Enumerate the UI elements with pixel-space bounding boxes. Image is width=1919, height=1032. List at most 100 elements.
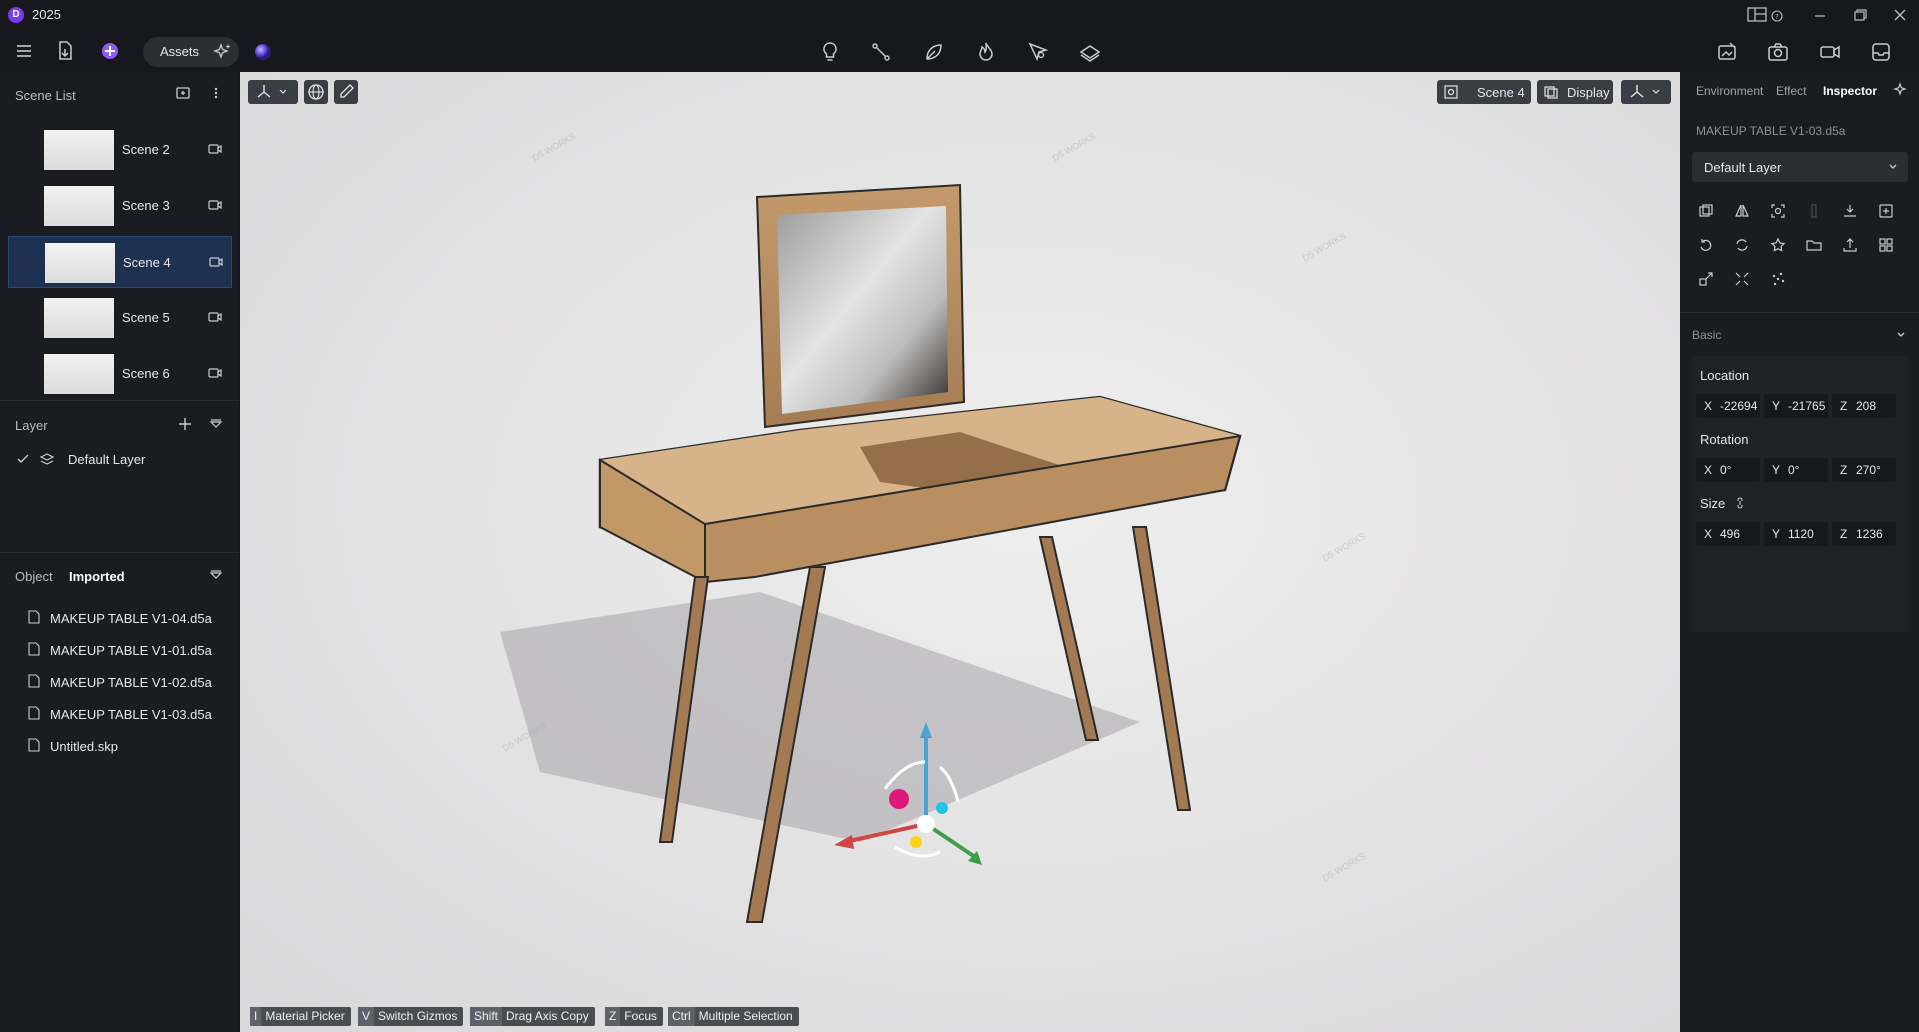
scatter-icon[interactable] xyxy=(1769,270,1787,288)
hint-focus: Z Focus xyxy=(605,1007,664,1026)
favorite-icon[interactable] xyxy=(1769,236,1787,254)
layer-dropdown[interactable]: Default Layer xyxy=(1692,152,1908,182)
location-x-input[interactable]: X -22694! xyxy=(1696,394,1760,418)
layer-dropdown-value: Default Layer xyxy=(1704,160,1782,175)
scene-item[interactable]: Scene 3 xyxy=(8,180,232,232)
inbox-icon[interactable] xyxy=(1869,40,1893,64)
file-label: MAKEUP TABLE V1-03.d5a xyxy=(50,707,212,722)
camera-icon[interactable] xyxy=(208,367,222,379)
import-file-icon[interactable] xyxy=(53,39,77,63)
location-y-input[interactable]: Y -21765 xyxy=(1764,394,1828,418)
drop-to-ground-icon[interactable] xyxy=(1841,202,1859,220)
vegetation-icon[interactable] xyxy=(922,40,946,64)
help-icon[interactable]: ? xyxy=(1770,6,1784,24)
filter-icon[interactable] xyxy=(208,415,224,433)
file-icon xyxy=(28,610,40,624)
sparkle-icon[interactable] xyxy=(211,40,235,64)
align-icon xyxy=(1805,202,1823,220)
file-label: MAKEUP TABLE V1-01.d5a xyxy=(50,643,212,658)
particle-fire-icon[interactable] xyxy=(974,40,998,64)
minimize-icon[interactable] xyxy=(1808,6,1832,24)
size-z-input[interactable]: Z 1236 xyxy=(1832,522,1896,546)
rotation-label: Rotation xyxy=(1700,432,1749,447)
camera-icon[interactable] xyxy=(1766,40,1790,64)
default-layer-label[interactable]: Default Layer xyxy=(68,452,145,467)
chevron-down-icon[interactable] xyxy=(1896,330,1906,340)
menu-icon[interactable] xyxy=(12,39,36,63)
tab-effect[interactable]: Effect xyxy=(1776,84,1806,98)
collapse-icon[interactable] xyxy=(1733,270,1751,288)
selected-object-name: MAKEUP TABLE V1-03.d5a xyxy=(1696,124,1846,138)
file-icon xyxy=(28,674,40,688)
3d-viewport[interactable]: D5 WORKS D5 WORKS D5 WORKS D5 WORKS D5 W… xyxy=(240,72,1680,1032)
rotation-y-input[interactable]: Y 0° xyxy=(1764,458,1828,482)
ai-assistant-icon[interactable] xyxy=(98,39,122,63)
chevron-down-icon xyxy=(1889,164,1897,169)
replace-icon[interactable] xyxy=(1733,236,1751,254)
scale-icon[interactable] xyxy=(1697,270,1715,288)
scene-label: Scene 5 xyxy=(122,310,170,325)
camera-icon[interactable] xyxy=(208,199,222,211)
rotation-x-input[interactable]: X 0° xyxy=(1696,458,1760,482)
add-to-library-icon[interactable] xyxy=(1877,202,1895,220)
app-title: 2025 xyxy=(32,7,61,22)
path-tool-icon[interactable] xyxy=(869,40,893,64)
duplicate-icon[interactable] xyxy=(1697,202,1715,220)
camera-icon[interactable] xyxy=(209,256,223,268)
camera-icon[interactable] xyxy=(208,311,222,323)
check-icon[interactable] xyxy=(15,451,31,467)
location-z-input[interactable]: Z 208 xyxy=(1832,394,1896,418)
hint-material-picker: I Material Picker xyxy=(250,1007,351,1026)
size-x-input[interactable]: X 496 xyxy=(1696,522,1760,546)
title-bar: D 2025 ? xyxy=(0,0,1919,30)
restore-icon[interactable] xyxy=(1848,6,1872,24)
scene-item[interactable]: Scene 6 xyxy=(8,348,232,400)
render-image-icon[interactable] xyxy=(1715,40,1739,64)
link-icon[interactable] xyxy=(1734,496,1746,510)
object-filter-imported[interactable]: Imported xyxy=(69,569,125,584)
file-label: Untitled.skp xyxy=(50,739,118,754)
scene-thumbnail xyxy=(44,298,114,338)
folder-icon[interactable] xyxy=(1805,236,1823,254)
makeup-table-model[interactable] xyxy=(240,72,1680,1032)
scene-thumbnail xyxy=(44,354,114,394)
scene-label: Scene 4 xyxy=(123,255,171,270)
terrain-plane-icon[interactable] xyxy=(1078,40,1102,64)
inspector-panel: Environment Effect Inspector MAKEUP TABL… xyxy=(1680,72,1919,1032)
mirror-icon[interactable] xyxy=(1733,202,1751,220)
add-layer-icon[interactable] xyxy=(176,415,194,433)
scene-item[interactable]: Scene 2 xyxy=(8,124,232,176)
rotation-z-input[interactable]: Z 270° xyxy=(1832,458,1896,482)
tab-environment[interactable]: Environment xyxy=(1696,84,1763,98)
layout-icon[interactable] xyxy=(1746,6,1770,24)
brush-select-icon[interactable] xyxy=(1026,40,1050,64)
scene-item-selected[interactable]: Scene 4 xyxy=(8,236,232,288)
basic-section-title[interactable]: Basic xyxy=(1692,328,1721,342)
file-icon xyxy=(28,738,40,752)
scene-label: Scene 3 xyxy=(122,198,170,213)
add-scene-icon[interactable] xyxy=(174,84,192,102)
light-bulb-icon[interactable] xyxy=(818,40,842,64)
filter-icon[interactable] xyxy=(208,566,224,584)
export-icon[interactable] xyxy=(1841,236,1859,254)
hint-drag-axis-copy: Shift Drag Axis Copy xyxy=(470,1007,595,1026)
file-label: MAKEUP TABLE V1-04.d5a xyxy=(50,611,212,626)
transform-section: Location X -22694! Y -21765 Z 208 Rotation … xyxy=(1692,356,1908,632)
scene-item[interactable]: Scene 5 xyxy=(8,292,232,344)
sparkle-icon[interactable] xyxy=(1892,81,1910,99)
material-sphere-icon[interactable] xyxy=(251,40,275,64)
focus-object-icon[interactable] xyxy=(1769,202,1787,220)
size-y-input[interactable]: Y 1120 xyxy=(1764,522,1828,546)
group-icon[interactable] xyxy=(1877,236,1895,254)
more-options-icon[interactable] xyxy=(208,84,224,102)
scene-label: Scene 6 xyxy=(122,366,170,381)
left-panel: Scene List Scene 2 Scene 3 Scene 4 Scene… xyxy=(0,72,239,1032)
object-title: Object xyxy=(15,569,53,584)
reset-rotation-icon[interactable] xyxy=(1697,236,1715,254)
video-icon[interactable] xyxy=(1818,40,1842,64)
app-logo: D xyxy=(8,7,24,23)
tab-inspector[interactable]: Inspector xyxy=(1823,84,1877,98)
assets-label: Assets xyxy=(160,44,200,59)
camera-icon[interactable] xyxy=(208,143,222,155)
close-icon[interactable] xyxy=(1888,6,1912,24)
